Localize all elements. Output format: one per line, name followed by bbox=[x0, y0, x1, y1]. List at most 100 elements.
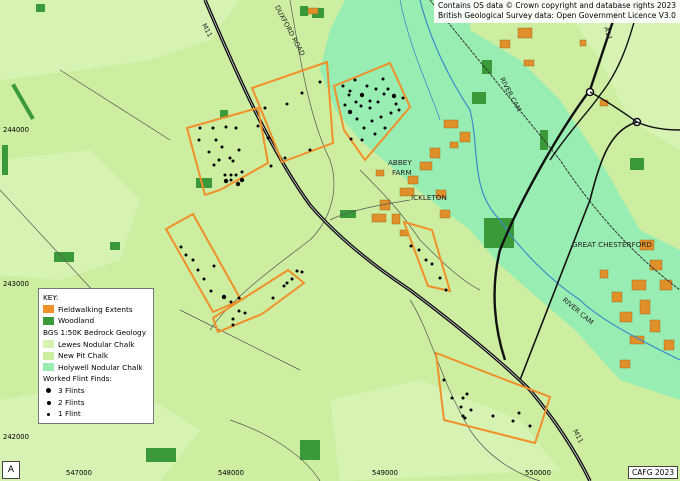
easting-label: 548000 bbox=[218, 469, 244, 477]
key-geology-title: BGS 1:50K Bedrock Geology bbox=[43, 328, 147, 338]
flint-find-point bbox=[353, 78, 357, 82]
key-item-fieldwalking: Fieldwalking Extents bbox=[43, 304, 149, 316]
flint-find-point bbox=[184, 253, 188, 257]
key-item-lewes: Lewes Nodular Chalk bbox=[43, 338, 149, 350]
flint-find-point bbox=[359, 92, 365, 98]
map: M11 DUXFORD ROAD RIVER CAM RIVER CAM A11… bbox=[0, 0, 680, 481]
flint-find-point bbox=[237, 309, 241, 313]
flint-find-point bbox=[424, 258, 428, 262]
flint-find-point bbox=[397, 108, 401, 112]
flint-find-point bbox=[450, 396, 454, 400]
flint-find-point bbox=[442, 378, 446, 382]
flint-find-point bbox=[211, 126, 215, 130]
flint-find-point bbox=[223, 173, 227, 177]
key-label: 3 Flints bbox=[58, 386, 85, 396]
key-label: Holywell Nodular Chalk bbox=[58, 362, 143, 372]
lewes-swatch bbox=[43, 340, 54, 349]
flint-find-point bbox=[237, 296, 241, 300]
flint-find-point bbox=[417, 248, 421, 252]
map-key: KEY: Fieldwalking Extents Woodland BGS 1… bbox=[38, 288, 154, 424]
flint-find-point bbox=[237, 148, 241, 152]
flint-find-point bbox=[228, 156, 232, 160]
dot-1-icon bbox=[43, 408, 54, 419]
flint-find-point bbox=[243, 311, 247, 315]
flint-find-point bbox=[374, 87, 378, 91]
flint-find-point bbox=[202, 277, 206, 281]
dot-2-icon bbox=[43, 397, 54, 408]
flint-find-point bbox=[461, 396, 465, 400]
flint-find-point bbox=[341, 84, 345, 88]
flint-find-point bbox=[368, 106, 372, 110]
attribution-line: Contains OS data © Crown copyright and d… bbox=[437, 1, 676, 10]
field-extent bbox=[211, 268, 306, 334]
flint-find-point bbox=[290, 277, 294, 281]
key-item-woodland: Woodland bbox=[43, 315, 149, 327]
flint-find-point bbox=[224, 125, 228, 129]
flint-find-point bbox=[209, 289, 213, 293]
flint-find-point bbox=[444, 288, 448, 292]
fieldwalking-swatch bbox=[43, 305, 54, 314]
flint-find-point bbox=[191, 258, 195, 262]
flint-find-point bbox=[212, 163, 216, 167]
flint-find-point bbox=[347, 93, 351, 97]
flint-find-point bbox=[362, 126, 366, 130]
flint-find-point bbox=[197, 138, 201, 142]
flint-find-point bbox=[347, 109, 353, 115]
flint-find-point bbox=[373, 132, 377, 136]
dot-3-icon bbox=[43, 385, 54, 396]
flint-find-point bbox=[229, 178, 233, 182]
key-finds-title: Worked Flint Finds: bbox=[43, 374, 112, 384]
flint-find-point bbox=[349, 137, 353, 141]
key-label: New Pit Chalk bbox=[58, 351, 109, 361]
flint-find-point bbox=[217, 158, 221, 162]
credit-label: CAFG 2023 bbox=[628, 466, 678, 479]
flint-find-point bbox=[220, 145, 224, 149]
flint-find-point bbox=[282, 284, 286, 288]
field-extent bbox=[402, 220, 452, 293]
flint-find-point bbox=[368, 99, 372, 103]
flint-find-point bbox=[389, 111, 393, 115]
attribution-line: British Geological Survey data: Open Gov… bbox=[437, 11, 676, 20]
flint-find-point bbox=[234, 126, 238, 130]
key-label: 1 Flint bbox=[58, 409, 81, 419]
flint-find-point bbox=[354, 100, 358, 104]
northing-label: 244000 bbox=[3, 126, 29, 134]
place-label-ickleton: ICKLETON bbox=[411, 193, 447, 202]
flint-find-point bbox=[528, 424, 532, 428]
flint-find-point bbox=[465, 392, 469, 396]
flint-find-point bbox=[269, 164, 273, 168]
newpit-swatch bbox=[43, 351, 54, 360]
flint-find-point bbox=[383, 126, 387, 130]
key-item-holywell: Holywell Nodular Chalk bbox=[43, 362, 149, 374]
flint-find-point bbox=[214, 138, 218, 142]
flint-find-point bbox=[370, 119, 374, 123]
flint-find-point bbox=[221, 294, 227, 300]
flint-find-point bbox=[239, 177, 245, 183]
flint-find-point bbox=[263, 106, 267, 110]
flint-find-point bbox=[463, 416, 467, 420]
flint-find-point bbox=[359, 104, 363, 108]
place-label-farm: FARM bbox=[392, 168, 412, 177]
flint-find-point bbox=[379, 115, 383, 119]
key-title: KEY: bbox=[43, 293, 59, 303]
holywell-swatch bbox=[43, 363, 54, 372]
flint-find-point bbox=[196, 268, 200, 272]
flint-find-point bbox=[231, 317, 235, 321]
flint-find-point bbox=[198, 126, 202, 130]
flint-find-point bbox=[394, 102, 398, 106]
attribution: Contains OS data © Crown copyright and d… bbox=[433, 0, 680, 23]
flint-find-point bbox=[430, 262, 434, 266]
flint-find-point bbox=[391, 93, 397, 99]
lewes-chalk-area bbox=[330, 380, 560, 481]
flint-find-point bbox=[365, 84, 369, 88]
flint-find-point bbox=[517, 411, 521, 415]
flint-find-point bbox=[409, 244, 413, 248]
flint-find-point bbox=[376, 100, 380, 104]
key-item-2-flints: 2 Flints bbox=[43, 396, 149, 408]
key-item-3-flints: 3 Flints bbox=[43, 385, 149, 397]
flint-find-point bbox=[511, 419, 515, 423]
flint-find-point bbox=[318, 80, 322, 84]
flint-find-point bbox=[240, 170, 244, 174]
flint-find-point bbox=[212, 264, 216, 268]
flint-find-point bbox=[179, 245, 183, 249]
